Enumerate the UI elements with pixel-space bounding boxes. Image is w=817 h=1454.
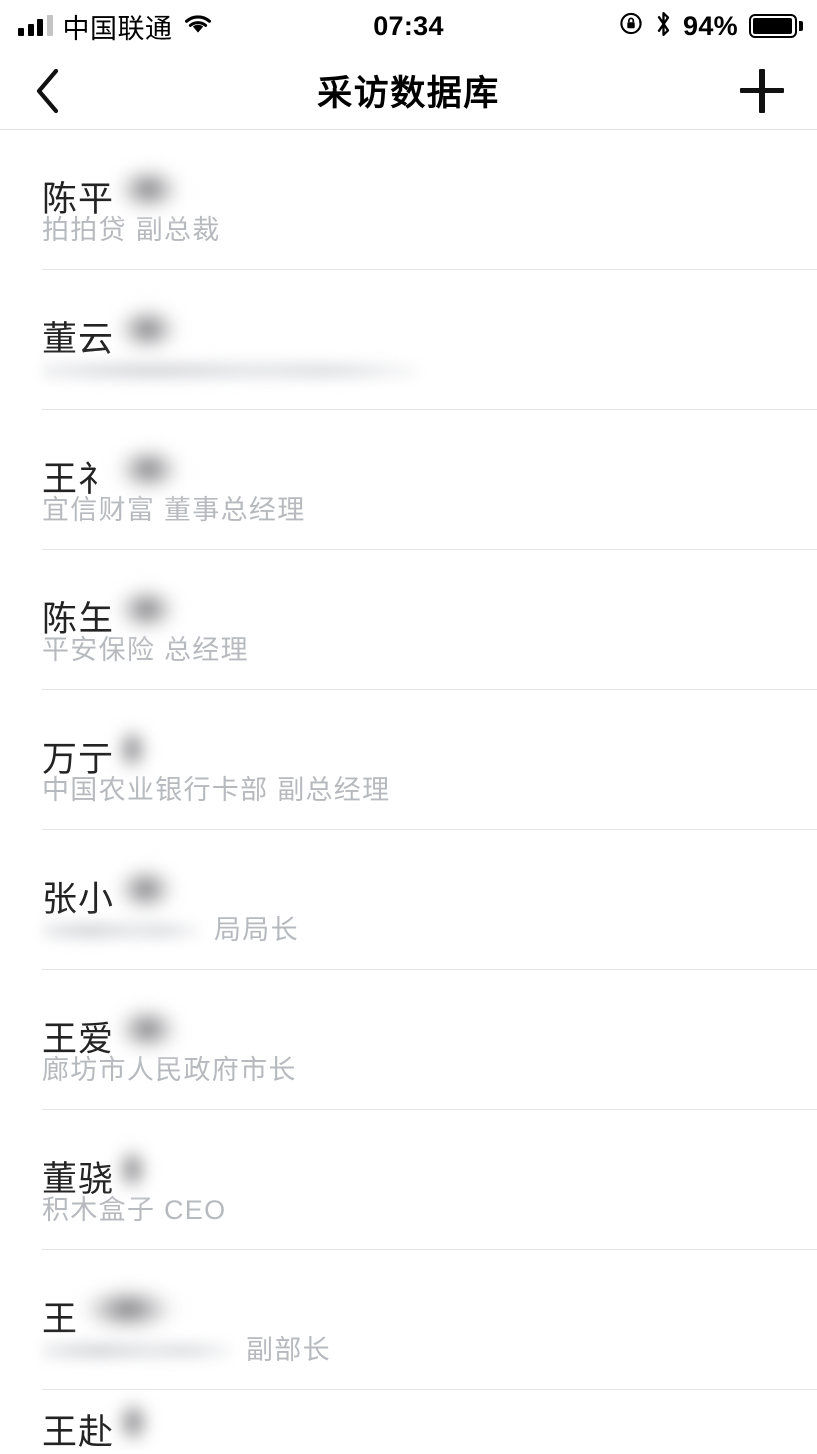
list-item[interactable]: 万亍 中国农业银行卡部 副总经理 — [0, 690, 817, 830]
contact-subtitle-line — [42, 353, 797, 387]
redacted-subtitle-blur — [42, 1333, 232, 1367]
contact-subtitle-line: 平安保险 总经理 — [42, 633, 797, 667]
list-item[interactable]: 董骁 积木盒子 CEO — [0, 1110, 817, 1250]
battery-icon — [749, 14, 803, 38]
phone-screen: 中国联通 07:34 94% 采访数据库 陈平 拍拍贷 副总裁 董云 王礻 宜信… — [0, 0, 817, 1454]
carrier-label: 中国联通 — [62, 13, 173, 44]
contact-subtitle-line: 中国农业银行卡部 副总经理 — [42, 773, 797, 807]
contact-name-line: 王礻 — [42, 433, 797, 499]
contact-subtitle: 平安保险 总经理 — [42, 635, 249, 665]
status-bar-left: 中国联通 — [18, 7, 213, 46]
redacted-name-blur — [114, 859, 181, 917]
contact-name-line: 万亍 — [42, 713, 797, 779]
contact-subtitle-line: 局局长 — [42, 913, 797, 947]
list-item[interactable]: 张小 局局长 — [0, 830, 817, 970]
redacted-name-blur — [114, 1139, 153, 1197]
contact-name: 王赴 — [42, 1412, 115, 1451]
contact-name-line: 陈玍 — [42, 573, 797, 639]
chevron-left-icon — [36, 68, 59, 113]
status-bar-right: 94% — [619, 10, 803, 42]
status-bar: 中国联通 07:34 94% — [0, 0, 817, 52]
status-time: 07:34 — [373, 10, 444, 41]
contact-subtitle: 宜信财富 董事总经理 — [42, 495, 306, 525]
rotation-lock-icon — [619, 11, 644, 41]
contact-subtitle: 局局长 — [214, 915, 299, 945]
list-item[interactable]: 陈玍 平安保险 总经理 — [0, 550, 817, 690]
contact-subtitle-line: 宜信财富 董事总经理 — [42, 493, 797, 527]
redacted-name-blur — [114, 1391, 155, 1450]
plus-icon — [740, 68, 784, 113]
list-item[interactable]: 陈平 拍拍贷 副总裁 — [0, 130, 817, 270]
contact-subtitle: 积木盒子 CEO — [42, 1195, 227, 1225]
contact-name-line: 王赴 — [42, 1390, 797, 1450]
contact-subtitle-line: 拍拍贷 副总裁 — [42, 213, 797, 247]
battery-percent: 94% — [683, 10, 738, 41]
redacted-subtitle-blur — [42, 353, 417, 387]
signal-bars-icon — [18, 15, 53, 36]
back-button[interactable] — [0, 52, 96, 130]
nav-bar: 采访数据库 — [0, 52, 817, 130]
list-item[interactable]: 王赴 — [0, 1390, 817, 1450]
list-item[interactable]: 王礻 宜信财富 董事总经理 — [0, 410, 817, 550]
redacted-name-blur — [114, 719, 153, 777]
add-button[interactable] — [707, 52, 817, 130]
wifi-icon — [183, 13, 213, 40]
contact-name-line: 董骁 — [42, 1133, 797, 1199]
contact-name-line: 王爱 — [42, 993, 797, 1059]
contact-name-line: 陈平 — [42, 153, 797, 219]
contact-subtitle-line: 廊坊市人民政府市长 — [42, 1053, 797, 1087]
contact-subtitle: 中国农业银行卡部 副总经理 — [42, 775, 391, 805]
redacted-name-blur — [114, 299, 185, 357]
list-item[interactable]: 王爱 廊坊市人民政府市长 — [0, 970, 817, 1110]
redacted-name-blur — [78, 1279, 184, 1337]
interview-database-list[interactable]: 陈平 拍拍贷 副总裁 董云 王礻 宜信财富 董事总经理 陈玍 平安保险 总经理 万亍 中国农业银… — [0, 130, 817, 1450]
redacted-subtitle-blur — [42, 913, 200, 947]
page-title: 采访数据库 — [317, 74, 500, 113]
contact-subtitle: 廊坊市人民政府市长 — [42, 1055, 297, 1085]
list-item[interactable]: 董云 — [0, 270, 817, 410]
bluetooth-icon — [655, 11, 672, 42]
list-item[interactable]: 王副部长 — [0, 1250, 817, 1390]
redacted-name-blur — [114, 579, 183, 637]
contact-name-line: 董云 — [42, 293, 797, 359]
contact-name-line: 王 — [42, 1273, 797, 1339]
contact-subtitle-line: 副部长 — [42, 1333, 797, 1367]
contact-subtitle-line: 积木盒子 CEO — [42, 1193, 797, 1227]
contact-subtitle: 副部长 — [246, 1335, 331, 1365]
contact-subtitle: 拍拍贷 副总裁 — [42, 215, 221, 245]
contact-name-line: 张小 — [42, 853, 797, 919]
redacted-name-blur — [114, 159, 187, 217]
redacted-name-blur — [114, 999, 185, 1057]
redacted-name-blur — [114, 439, 187, 497]
